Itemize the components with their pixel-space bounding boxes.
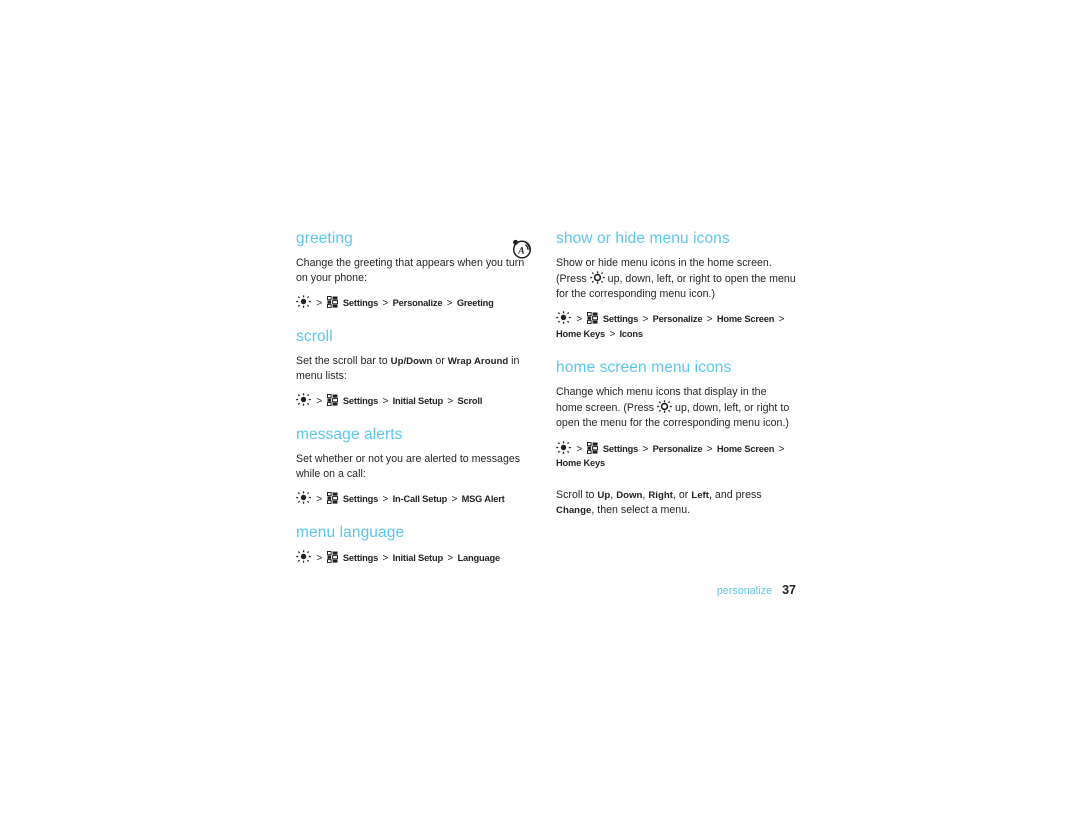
left-column: greeting Change the greeting that appear… (296, 230, 536, 583)
menu-path-show-or-hide-menu-icons: > Settings > Personalize > Home Screen >… (556, 311, 796, 342)
path-item: In-Call Setup (392, 494, 448, 505)
path-separator: > (447, 552, 454, 564)
path-separator: > (609, 329, 616, 341)
path-separator: > (447, 396, 454, 408)
section-title-message-alerts: message alerts (296, 426, 403, 444)
path-separator: > (316, 396, 323, 408)
section-title-greeting: greeting (296, 230, 353, 247)
path-separator: > (446, 298, 453, 310)
path-separator: > (642, 443, 649, 455)
emphasis-term: Change (556, 504, 592, 516)
path-item: Icons (619, 329, 644, 340)
body-run: Set the scroll bar to (296, 354, 391, 367)
menu-path-home-screen-menu-icons: > Settings > Personalize > Home Screen >… (556, 440, 796, 471)
path-item: Initial Setup (392, 396, 444, 407)
path-separator: > (382, 396, 389, 408)
path-item: Personalize (392, 298, 443, 309)
section-body-scroll: Set the scroll bar to Up/Down or Wrap Ar… (296, 354, 536, 385)
path-item: Language (457, 552, 500, 563)
main-menu-icon (327, 394, 339, 407)
emphasis-term: Down (616, 489, 643, 501)
path-separator: > (382, 494, 389, 506)
path-item: Settings (342, 552, 379, 563)
center-select-key-icon (556, 311, 571, 325)
center-select-key-icon (556, 440, 571, 454)
path-separator: > (316, 552, 323, 564)
menu-path-scroll: > Settings > Initial Setup > Scroll (296, 393, 536, 409)
path-separator: > (778, 314, 785, 326)
path-item: Personalize (652, 443, 703, 454)
section-title-home-screen-menu-icons: home screen menu icons (556, 359, 732, 377)
menu-path-menu-language: > Settings > Initial Setup > Language (296, 550, 536, 566)
path-item: Personalize (652, 314, 703, 325)
section-title-show-or-hide-menu-icons: show or hide menu icons (556, 230, 730, 247)
path-item: Home Screen (716, 314, 775, 325)
path-separator: > (778, 443, 785, 455)
path-item: Scroll (457, 396, 483, 407)
emphasis-term: Right (648, 489, 673, 501)
center-select-key-icon (296, 550, 311, 563)
path-item: Settings (602, 314, 639, 325)
emphasis-term: Up/Down (390, 355, 433, 367)
emphasis-term: Up (597, 489, 611, 501)
path-separator: > (316, 298, 323, 310)
main-menu-icon (327, 550, 339, 563)
main-menu-icon (587, 312, 599, 325)
body-before-nav-icon: (Press (556, 272, 590, 285)
path-item: Settings (342, 298, 379, 309)
nav-key-icon (657, 400, 672, 413)
main-menu-icon (327, 492, 339, 505)
center-select-key-icon (296, 491, 311, 504)
emphasis-term: Wrap Around (447, 355, 509, 367)
center-select-key-icon (296, 393, 311, 406)
main-menu-icon (587, 441, 599, 454)
section-trailer-home-screen-menu-icons: Scroll to Up, Down, Right, or Left, and … (556, 488, 796, 519)
right-column: show or hide menu icons Show or hide men… (556, 230, 796, 527)
section-body-home-screen-menu-icons: Change which menu icons that display in … (556, 385, 796, 432)
menu-path-greeting: > Settings > Personalize > Greeting (296, 295, 536, 311)
manual-page: A greeting Change the greeting that appe… (0, 0, 1080, 834)
path-item: Home Keys (556, 457, 606, 468)
path-item: Settings (602, 443, 639, 454)
body-run: , then select a menu. (591, 503, 691, 516)
footer-chapter-name: personalize (716, 585, 773, 597)
path-item: Greeting (456, 298, 494, 309)
path-item: MSG Alert (461, 494, 505, 505)
body-run: , or (672, 488, 692, 501)
menu-path-message-alerts: > Settings > In-Call Setup > MSG Alert (296, 491, 536, 507)
section-title-scroll: scroll (296, 328, 333, 346)
body-run: Scroll to (556, 488, 598, 501)
center-select-key-icon (296, 295, 311, 308)
path-item: Home Keys (556, 329, 606, 340)
path-item: Home Screen (716, 443, 775, 454)
path-separator: > (382, 298, 389, 310)
path-item: Settings (342, 396, 379, 407)
page-footer: personalize 37 (556, 581, 796, 599)
path-separator: > (451, 494, 458, 506)
path-separator: > (316, 494, 323, 506)
path-separator: > (576, 314, 583, 326)
path-separator: > (706, 314, 713, 326)
body-run: or (432, 354, 448, 367)
body-line-1: Show or hide menu icons in the home scre… (556, 256, 772, 269)
path-separator: > (576, 443, 583, 455)
path-item: Initial Setup (392, 552, 444, 563)
section-body-message-alerts: Set whether or not you are alerted to me… (296, 452, 521, 481)
path-separator: > (382, 552, 389, 564)
section-body-greeting: Change the greeting that appears when yo… (296, 256, 525, 284)
path-item: Settings (342, 494, 379, 505)
footer-page-number: 37 (782, 583, 796, 597)
body-run: , and press (708, 488, 762, 501)
main-menu-icon (327, 296, 339, 309)
path-separator: > (642, 314, 649, 326)
path-separator: > (706, 443, 713, 455)
emphasis-term: Left (691, 489, 709, 501)
nav-key-icon (589, 271, 605, 284)
section-title-menu-language: menu language (296, 524, 405, 542)
section-body-show-or-hide-menu-icons: Show or hide menu icons in the home scre… (556, 256, 796, 303)
